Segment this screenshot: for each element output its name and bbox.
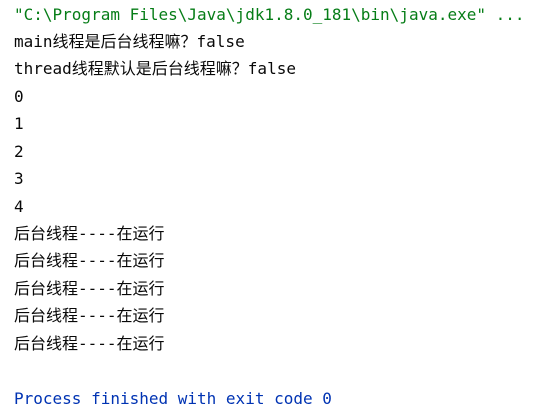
command-line[interactable]: "C:\Program Files\Java\jdk1.8.0_181\bin\… — [14, 4, 525, 26]
output-line: 0 — [14, 87, 24, 106]
exit-message: Process finished with exit code 0 — [14, 389, 332, 408]
output-line: 4 — [14, 197, 24, 216]
output-line: 后台线程----在运行 — [14, 306, 165, 325]
output-line: main线程是后台线程嘛？false — [14, 32, 245, 51]
output-line: 2 — [14, 142, 24, 161]
output-line: 后台线程----在运行 — [14, 251, 165, 270]
output-line: 后台线程----在运行 — [14, 279, 165, 298]
output-line: 后台线程----在运行 — [14, 334, 165, 353]
output-line: 3 — [14, 169, 24, 188]
output-line: 1 — [14, 114, 24, 133]
output-line: thread线程默认是后台线程嘛？false — [14, 59, 296, 78]
run-console[interactable]: "C:\Program Files\Java\jdk1.8.0_181\bin\… — [0, 0, 556, 414]
output-line: 后台线程----在运行 — [14, 224, 165, 243]
